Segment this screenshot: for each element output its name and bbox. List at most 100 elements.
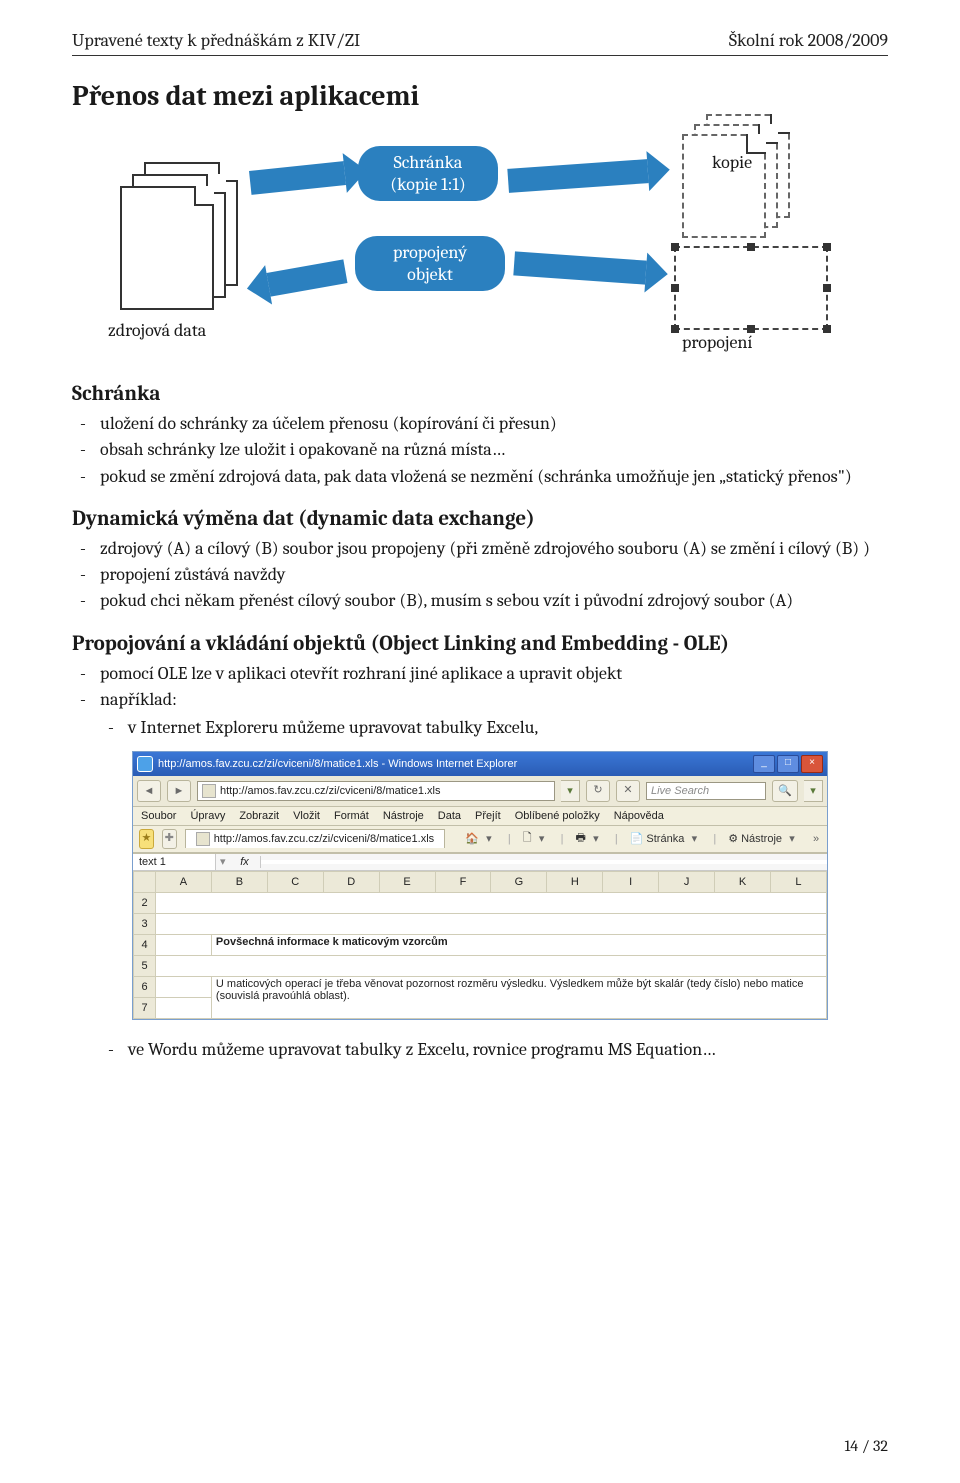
favorites-icon[interactable]: ★ (139, 829, 154, 849)
corner-cell[interactable] (134, 871, 156, 892)
col-header[interactable]: A (156, 871, 212, 892)
col-header[interactable]: L (770, 871, 826, 892)
search-button[interactable]: 🔍 (772, 780, 798, 802)
search-dropdown[interactable]: ▾ (804, 780, 823, 802)
ie-screenshot: http://amos.fav.zcu.cz/zi/cviceni/8/mati… (132, 751, 828, 1020)
schranka-pill: Schránka (kopie 1:1) (358, 146, 498, 201)
ie-address-bar: ◄ ► http://amos.fav.zcu.cz/zi/cviceni/8/… (133, 776, 827, 807)
col-header[interactable]: J (659, 871, 715, 892)
cell-body[interactable]: U maticových operací je třeba věnovat po… (211, 976, 826, 1018)
tab-title: http://amos.fav.zcu.cz/zi/cviceni/8/mati… (214, 833, 434, 845)
col-header[interactable]: H (547, 871, 603, 892)
menu-item[interactable]: Formát (334, 810, 369, 822)
header-right: Školní rok 2008/2009 (729, 30, 888, 51)
excel-formula-bar: text 1 ▾ fx (133, 854, 827, 871)
arrow-icon (267, 259, 348, 296)
close-button[interactable]: × (801, 755, 823, 773)
source-pages-icon: zdrojová data (120, 162, 240, 312)
menu-item[interactable]: Přejít (475, 810, 501, 822)
col-header[interactable]: B (211, 871, 267, 892)
col-header[interactable]: G (491, 871, 547, 892)
row-header[interactable]: 7 (134, 997, 156, 1018)
name-box[interactable]: text 1 (133, 854, 216, 870)
menu-item[interactable]: Soubor (141, 810, 176, 822)
list-item: například: (100, 688, 888, 712)
arrow-icon (513, 251, 646, 284)
linked-label: propojení (682, 332, 752, 353)
excel-embed: text 1 ▾ fx A B C D E F G (133, 853, 827, 1019)
menu-item[interactable]: Úpravy (190, 810, 225, 822)
row-header[interactable]: 4 (134, 934, 156, 955)
list-item: zdrojový (A) a cílový (B) soubor jsou pr… (100, 537, 888, 561)
tools-menu[interactable]: ⚙ Nástroje ▾ (724, 832, 803, 845)
fx-icon[interactable]: fx (230, 856, 261, 868)
window-title: http://amos.fav.zcu.cz/zi/cviceni/8/mati… (158, 758, 517, 770)
ie-menubar: Soubor Úpravy Zobrazit Vložit Formát Nás… (133, 807, 827, 826)
add-favorites-icon[interactable]: ✚ (162, 829, 177, 849)
page-menu[interactable]: 📄 Stránka ▾ (626, 832, 706, 845)
cell-title[interactable]: Povšechná informace k maticovým vzorcům (211, 934, 826, 955)
list-item: uložení do schránky za účelem přenosu (k… (100, 412, 888, 436)
page-icon (202, 784, 216, 798)
copy-pages-icon (676, 114, 796, 234)
copy-label: kopie (712, 152, 752, 173)
browser-tab[interactable]: http://amos.fav.zcu.cz/zi/cviceni/8/mati… (185, 829, 445, 848)
row-header[interactable]: 3 (134, 913, 156, 934)
list-item: propojení zůstává navždy (100, 563, 888, 587)
home-button[interactable]: 🏠▾ (461, 832, 500, 845)
page-footer: 14 / 32 (845, 1437, 888, 1455)
menu-item[interactable]: Zobrazit (239, 810, 279, 822)
refresh-button[interactable]: ↻ (586, 780, 610, 802)
print-button[interactable]: 🖶▾ (571, 829, 606, 848)
minimize-button[interactable]: _ (753, 755, 775, 773)
dde-heading: Dynamická výměna dat (dynamic data excha… (72, 507, 888, 531)
list-item: obsah schránky lze uložit i opakovaně na… (100, 438, 888, 462)
back-button[interactable]: ◄ (137, 780, 161, 802)
list-item: pokud se změní zdrojová data, pak data v… (100, 465, 888, 489)
arrow-icon (249, 161, 346, 195)
arrow-icon (507, 159, 648, 193)
col-header[interactable]: C (267, 871, 323, 892)
ole-list: pomocí OLE lze v aplikaci otevřít rozhra… (72, 662, 888, 741)
col-header[interactable]: D (323, 871, 379, 892)
maximize-button[interactable]: □ (777, 755, 799, 773)
row-header[interactable]: 6 (134, 976, 156, 997)
page-title: Přenos dat mezi aplikacemi (72, 80, 888, 112)
menu-item[interactable]: Data (438, 810, 461, 822)
stop-button[interactable]: ✕ (616, 780, 640, 802)
search-input[interactable]: Live Search (646, 782, 766, 800)
tab-icon (196, 832, 210, 846)
feeds-button[interactable]: 🗋▾ (519, 829, 553, 848)
menu-item[interactable]: Oblíbené položky (515, 810, 600, 822)
ole-heading: Propojování a vkládání objektů (Object L… (72, 632, 888, 656)
menu-item[interactable]: Nápověda (614, 810, 664, 822)
ie-app-icon (137, 756, 153, 772)
row-header[interactable]: 2 (134, 892, 156, 913)
col-header[interactable]: K (715, 871, 771, 892)
dde-list: zdrojový (A) a cílový (B) soubor jsou pr… (72, 537, 888, 614)
excel-grid[interactable]: A B C D E F G H I J K L 2 3 4 Povšec (133, 871, 827, 1019)
overflow-chevron[interactable]: » (811, 833, 821, 845)
list-item: pomocí OLE lze v aplikaci otevřít rozhra… (100, 662, 888, 686)
namebox-dropdown[interactable]: ▾ (216, 855, 230, 868)
col-header[interactable]: I (603, 871, 659, 892)
list-item: v Internet Exploreru můžeme upravovat ta… (128, 716, 888, 740)
col-header[interactable]: E (379, 871, 435, 892)
list-item: ve Wordu můžeme upravovat tabulky z Exce… (128, 1038, 888, 1062)
col-header[interactable]: F (435, 871, 491, 892)
row-header[interactable]: 5 (134, 955, 156, 976)
menu-item[interactable]: Nástroje (383, 810, 424, 822)
schranka-heading: Schránka (72, 382, 888, 406)
url-text: http://amos.fav.zcu.cz/zi/cviceni/8/mati… (220, 785, 440, 797)
propojeny-objekt-pill: propojený objekt (355, 236, 505, 291)
menu-item[interactable]: Vložit (293, 810, 320, 822)
header-left: Upravené texty k přednáškám z KIV/ZI (72, 30, 360, 51)
diagram: zdrojová data Schránka (kopie 1:1) propo… (100, 126, 860, 356)
go-dropdown[interactable]: ▾ (561, 780, 580, 802)
url-input[interactable]: http://amos.fav.zcu.cz/zi/cviceni/8/mati… (197, 781, 555, 801)
formula-input[interactable] (261, 860, 827, 864)
linked-object-icon (674, 246, 828, 330)
forward-button[interactable]: ► (167, 780, 191, 802)
schranka-list: uložení do schránky za účelem přenosu (k… (72, 412, 888, 489)
source-label: zdrojová data (108, 320, 308, 341)
